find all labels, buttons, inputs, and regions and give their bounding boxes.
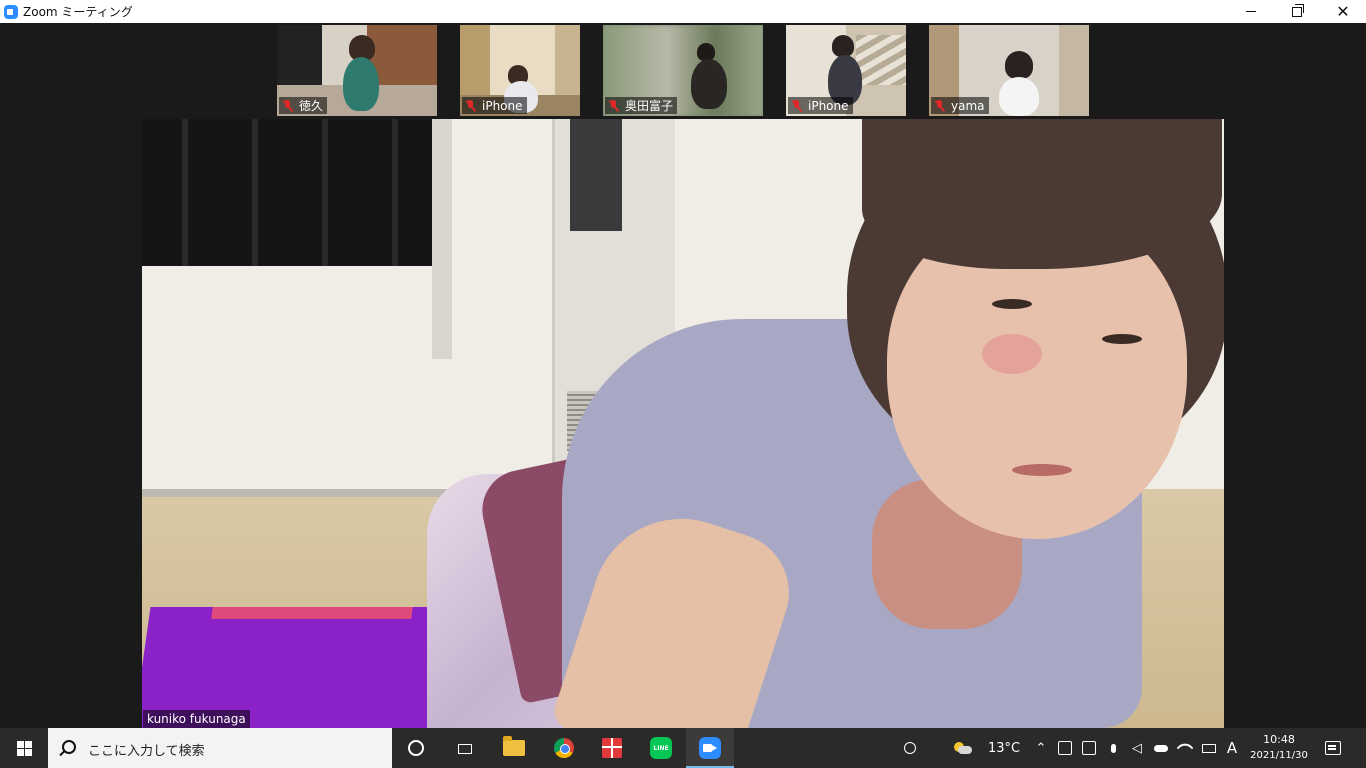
participant-name: 徳久 — [299, 99, 324, 113]
window-title: Zoom ミーティング — [23, 5, 133, 19]
zoom-taskbar-button[interactable] — [686, 728, 734, 768]
participant-name: iPhone — [482, 98, 523, 113]
participant-name: yama — [951, 98, 985, 113]
file-explorer-icon — [503, 736, 525, 756]
participant-name-tag: iPhone — [788, 97, 853, 114]
video-scenery — [322, 119, 328, 266]
participant-name-tag: yama — [931, 97, 989, 114]
start-button[interactable] — [0, 728, 48, 768]
microphone-icon — [1110, 743, 1116, 753]
search-icon — [62, 740, 76, 754]
security-icon — [1082, 741, 1096, 755]
task-view-button[interactable] — [440, 728, 488, 768]
battery-icon — [1202, 743, 1216, 753]
participant-name-tag: iPhone — [462, 97, 527, 114]
participant-thumbnail-2[interactable]: iPhone — [460, 25, 580, 116]
weather-widget[interactable]: 13°C — [954, 728, 1034, 768]
participant-thumbnail-1[interactable]: 徳久 — [277, 25, 437, 116]
active-speaker-video[interactable]: kuniko fukunaga — [142, 119, 1224, 728]
microphone-button[interactable] — [1104, 728, 1122, 768]
video-scenery — [432, 119, 452, 359]
wifi-icon — [1176, 739, 1194, 757]
clock-time: 10:48 — [1263, 733, 1295, 746]
gift-icon — [602, 738, 622, 758]
close-button[interactable]: ✕ — [1320, 0, 1366, 23]
video-scenery — [570, 119, 622, 231]
mic-muted-icon — [465, 99, 477, 112]
chrome-icon — [554, 738, 574, 758]
participant-name: iPhone — [808, 98, 849, 113]
tray-app-button[interactable] — [1056, 728, 1074, 768]
ime-button[interactable]: A — [1223, 728, 1241, 768]
search-placeholder: ここに入力して検索 — [88, 744, 205, 759]
weather-icon — [954, 742, 972, 754]
task-view-icon — [456, 742, 472, 754]
cortana-icon — [408, 740, 424, 756]
participant-thumbnail-4[interactable]: iPhone — [786, 25, 906, 116]
participant-name-tag: 徳久 — [279, 97, 328, 114]
people-icon — [904, 742, 916, 754]
cloud-icon — [1154, 744, 1168, 752]
video-scenery — [1102, 334, 1142, 344]
gift-app-button[interactable] — [588, 728, 636, 768]
file-explorer-button[interactable] — [490, 728, 538, 768]
mic-muted-icon — [791, 99, 803, 112]
speaker-name: kuniko fukunaga — [147, 712, 246, 726]
zoom-icon — [4, 4, 18, 19]
participant-thumbnail-3[interactable]: 奥田富子 — [603, 25, 763, 116]
ime-mode-label: A — [1226, 739, 1238, 757]
video-scenery — [252, 119, 258, 266]
system-clock[interactable]: 10:48 2021/11/30 — [1246, 732, 1312, 764]
video-scenery — [982, 334, 1042, 374]
close-icon: ✕ — [1336, 1, 1350, 21]
restore-icon — [1292, 3, 1304, 17]
video-scenery — [211, 607, 413, 619]
windows-logo-icon — [16, 740, 32, 756]
mic-muted-icon — [282, 99, 294, 112]
volume-button[interactable]: ◁ — [1128, 728, 1146, 768]
restore-button[interactable] — [1274, 0, 1320, 23]
clock-date: 2021/11/30 — [1250, 750, 1308, 761]
line-icon-label: LINE — [653, 744, 669, 752]
action-center-button[interactable] — [1320, 728, 1346, 768]
participant-thumbnail-5[interactable]: yama — [929, 25, 1089, 116]
participant-name-tag: 奥田富子 — [605, 97, 678, 114]
video-scenery — [1012, 464, 1072, 476]
people-button[interactable] — [898, 728, 922, 768]
chrome-button[interactable] — [540, 728, 588, 768]
mic-muted-icon — [934, 99, 946, 112]
minimize-button[interactable] — [1228, 0, 1274, 23]
windows-taskbar: ここに入力して検索 LINE 13°C ⌃ ◁ A 10:48 2021/11/… — [0, 728, 1366, 768]
participant-name: 奥田富子 — [625, 99, 674, 113]
onedrive-button[interactable] — [1152, 728, 1170, 768]
title-bar: Zoom ミーティング ✕ — [0, 0, 1366, 23]
notification-icon — [1325, 741, 1341, 755]
line-button[interactable]: LINE — [637, 728, 685, 768]
video-scenery — [992, 299, 1032, 309]
volume-icon: ◁ — [1132, 740, 1142, 756]
battery-button[interactable] — [1200, 728, 1218, 768]
zoom-icon — [699, 737, 721, 759]
line-icon: LINE — [650, 737, 672, 759]
speaker-name-tag: kuniko fukunaga — [143, 710, 250, 728]
network-button[interactable] — [1176, 728, 1194, 768]
mic-muted-icon — [608, 99, 620, 112]
chevron-up-icon: ⌃ — [1035, 740, 1047, 756]
weather-temperature: 13°C — [988, 740, 1021, 756]
cortana-button[interactable] — [392, 728, 440, 768]
show-hidden-icons-button[interactable]: ⌃ — [1032, 728, 1050, 768]
taskbar-search-box[interactable]: ここに入力して検索 — [48, 728, 392, 768]
meet-now-icon — [1058, 741, 1072, 755]
video-scenery — [182, 119, 188, 266]
video-scenery — [862, 119, 1222, 269]
minimize-icon — [1246, 11, 1256, 12]
tray-app-button[interactable] — [1080, 728, 1098, 768]
video-scenery — [392, 119, 398, 266]
